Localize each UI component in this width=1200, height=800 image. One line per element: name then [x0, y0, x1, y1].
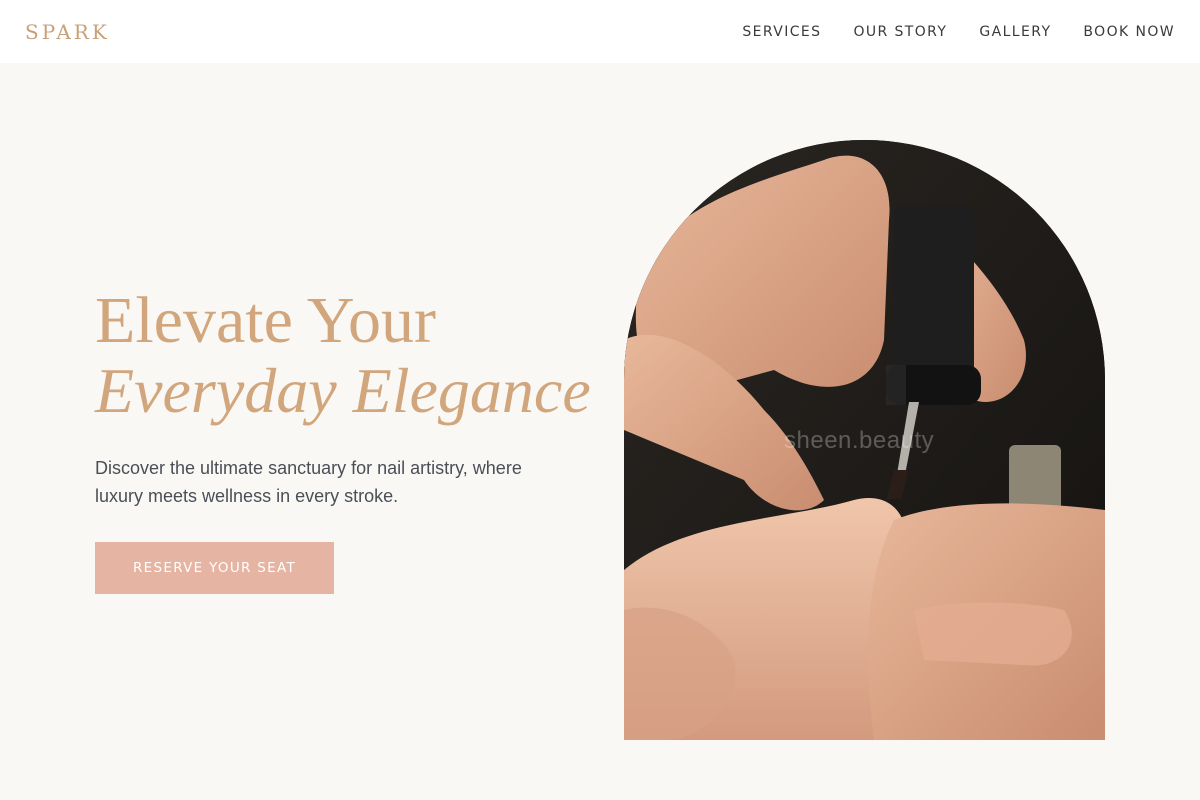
nav-services[interactable]: SERVICES [742, 24, 821, 40]
hero-subtitle: Discover the ultimate sanctuary for nail… [95, 458, 522, 506]
reserve-seat-button[interactable]: RESERVE YOUR SEAT [95, 542, 334, 594]
main-nav: SERVICES OUR STORY GALLERY BOOK NOW [710, 24, 1175, 40]
logo[interactable]: SPARK [25, 20, 110, 44]
nav-book-now[interactable]: BOOK NOW [1083, 24, 1175, 40]
hero-image-nail-polish: sheen.beauty [624, 140, 1105, 740]
nav-our-story[interactable]: OUR STORY [853, 24, 947, 40]
nav-gallery[interactable]: GALLERY [979, 24, 1051, 40]
hero-title-line1: Elevate Your [95, 284, 436, 357]
hero-title: Elevate Your Everyday Elegance [95, 284, 615, 427]
image-watermark: sheen.beauty [784, 427, 935, 454]
site-header: SPARK SERVICES OUR STORY GALLERY BOOK NO… [0, 0, 1200, 63]
hero-title-line2: Everyday Elegance [95, 355, 591, 427]
